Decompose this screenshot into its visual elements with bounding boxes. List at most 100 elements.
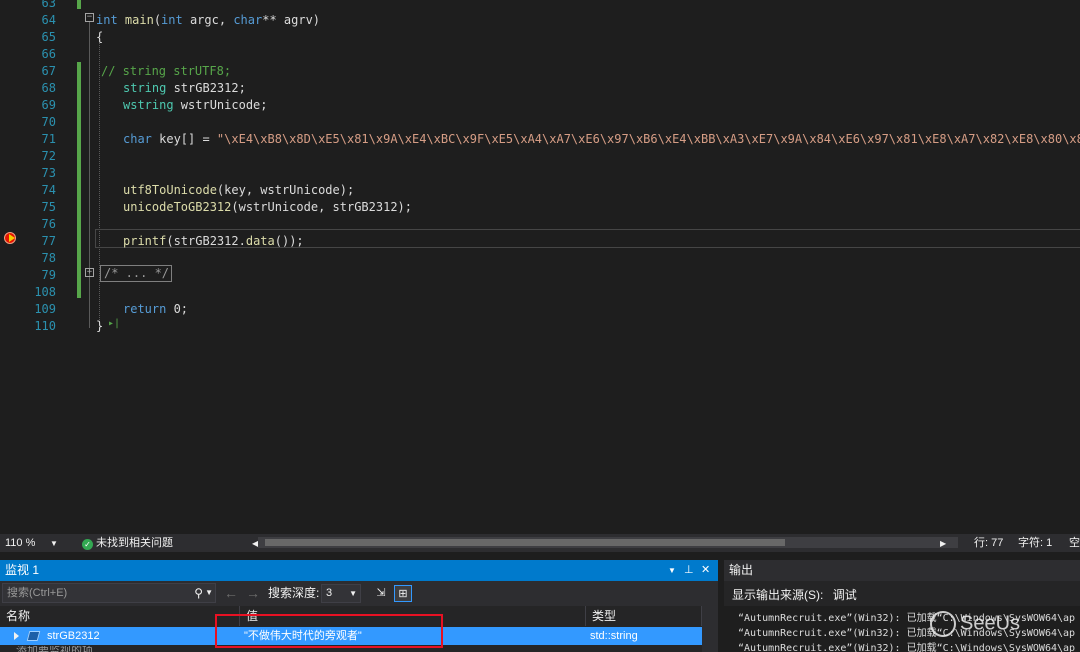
code-token: char	[123, 132, 160, 146]
output-line: “AutumnRecruit.exe”(Win32): 已加载“C:\Windo…	[738, 628, 1076, 639]
code-token: "\xE4\xB8\x8D\xE5\x81\x9A\xE4\xBC\x9F\xE…	[216, 132, 1080, 146]
search-options-icon[interactable]: ▼	[205, 584, 213, 602]
line-number: 78	[41, 251, 56, 265]
collapse-icon[interactable]: −	[85, 13, 94, 22]
insert-mode: 空	[1069, 537, 1080, 549]
output-source-select[interactable]: 调试	[833, 588, 857, 602]
code-text: unicodeToGB2312(wstrUnicode, strGB2312);	[123, 199, 412, 216]
search-depth-label: 搜索深度:	[268, 586, 320, 600]
code-token: string	[123, 81, 174, 95]
column-header-name[interactable]: 名称	[0, 606, 240, 626]
watermark-text: SeeUs	[960, 612, 1021, 635]
code-token: int	[161, 13, 190, 27]
pin-icon[interactable]: ⊥	[684, 560, 694, 581]
code-text: return 0;	[123, 301, 188, 318]
code-token: wstrUnicode;	[180, 98, 268, 112]
code-text: utf8ToUnicode(key, wstrUnicode);	[123, 182, 354, 199]
expand-icon[interactable]: +	[85, 268, 94, 277]
close-icon[interactable]: ✕	[701, 560, 710, 581]
line-number: 110	[34, 319, 56, 333]
red-highlight-box	[215, 614, 443, 648]
check-icon: ✓	[82, 539, 93, 550]
line-number: 73	[41, 166, 56, 180]
watch-title: 监视 1	[5, 563, 40, 577]
zoom-level[interactable]: 110 %	[5, 536, 35, 550]
forward-arrow-icon[interactable]: →	[246, 585, 260, 601]
output-text[interactable]: “AutumnRecruit.exe”(Win32): 已加载“C:\Windo…	[724, 606, 1080, 652]
collapsed-comment[interactable]: /* ... */	[100, 265, 172, 282]
line-indicator: 行: 77	[974, 537, 1004, 549]
issues-text: 未找到相关问题	[96, 537, 173, 549]
line-number: 79	[41, 268, 56, 282]
search-depth-select[interactable]: 3 ▼	[321, 584, 361, 603]
output-title[interactable]: 输出	[724, 560, 1080, 581]
output-line: “AutumnRecruit.exe”(Win32): 已加载“C:\Windo…	[738, 643, 1076, 652]
window-menu-icon[interactable]: ▼	[668, 560, 676, 581]
code-text: printf(strGB2312.data());	[123, 233, 304, 250]
line-number: 69	[41, 98, 56, 112]
breakpoint-icon[interactable]	[4, 232, 16, 244]
code-token: (	[153, 13, 162, 27]
code-token: 0;	[173, 302, 189, 316]
code-text: int main(int argc, char** agrv)	[96, 12, 320, 29]
code-text: wstring wstrUnicode;	[123, 97, 268, 114]
code-token: ** agrv)	[262, 13, 321, 27]
line-number: 68	[41, 81, 56, 95]
watch-toolbar: 搜索(Ctrl+E) ⚲ ▼ ← → 搜索深度: 3 ▼ ⇲ ⊞	[0, 581, 718, 606]
code-text: }	[96, 318, 103, 335]
pin-source-icon[interactable]: ⇲	[372, 585, 390, 602]
line-number: 64	[41, 13, 56, 27]
fold-guide	[89, 22, 90, 328]
code-token: int	[96, 13, 125, 27]
code-token: key[] =	[159, 132, 217, 146]
output-source-row: 显示输出来源(S): 调试	[732, 586, 857, 603]
code-editor[interactable]: − + /* ... */ 63 64 int main(int argc, cha…	[0, 0, 1080, 534]
watch-type: std::string	[590, 630, 638, 642]
code-token: argc,	[189, 13, 234, 27]
code-token: // string strUTF8;	[101, 64, 232, 78]
code-token: (key, wstrUnicode);	[216, 183, 355, 197]
indicator-margin[interactable]	[0, 0, 22, 534]
line-number: 72	[41, 149, 56, 163]
code-token: {	[96, 30, 104, 44]
watch-search-input[interactable]: 搜索(Ctrl+E) ⚲ ▼	[2, 583, 216, 603]
code-token: main	[124, 13, 154, 27]
output-line: “AutumnRecruit.exe”(Win32): 已加载“C:\Windo…	[738, 613, 1076, 624]
line-number: 70	[41, 115, 56, 129]
watch-vertical-scrollbar[interactable]	[702, 606, 718, 652]
horizontal-scroll-thumb[interactable]	[265, 539, 785, 546]
watch-title-bar[interactable]: 监视 1 ▼ ⊥ ✕	[0, 560, 718, 581]
line-number: 76	[41, 217, 56, 231]
watermark: SeeUs	[930, 611, 1020, 637]
line-number: 74	[41, 183, 56, 197]
watermark-logo-icon	[930, 611, 956, 637]
issues-indicator[interactable]: ✓ 未找到相关问题	[82, 536, 173, 550]
change-marker	[77, 0, 81, 9]
char-indicator: 字符: 1	[1018, 537, 1053, 549]
line-number: 77	[41, 234, 56, 248]
hex-display-icon[interactable]: ⊞	[394, 585, 412, 602]
code-text: // string strUTF8;	[101, 63, 231, 80]
line-number: 65	[41, 30, 56, 44]
code-token: utf8ToUnicode	[123, 183, 217, 197]
code-token: (strGB2312.	[166, 234, 246, 248]
zoom-dropdown-icon[interactable]: ▼	[50, 537, 58, 551]
code-token: ());	[274, 234, 304, 248]
code-token: }	[96, 319, 104, 333]
line-number: 66	[41, 47, 56, 61]
code-token: data	[245, 234, 275, 248]
add-watch-item[interactable]: 添加要监视的项	[16, 646, 93, 652]
search-icon[interactable]: ⚲	[194, 584, 203, 602]
code-token: strGB2312;	[173, 81, 246, 95]
expand-row-icon[interactable]	[14, 632, 19, 640]
search-depth-value: 3	[326, 587, 333, 599]
code-token: wstring	[123, 98, 181, 112]
column-header-type[interactable]: 类型	[586, 606, 702, 626]
scroll-right-icon[interactable]: ▶	[940, 537, 946, 551]
back-arrow-icon[interactable]: ←	[224, 585, 238, 601]
search-placeholder: 搜索(Ctrl+E)	[7, 587, 68, 599]
code-token: return	[123, 302, 174, 316]
watch-name[interactable]: strGB2312	[47, 627, 100, 645]
code-token: char	[233, 13, 263, 27]
line-number: 63	[41, 0, 56, 10]
